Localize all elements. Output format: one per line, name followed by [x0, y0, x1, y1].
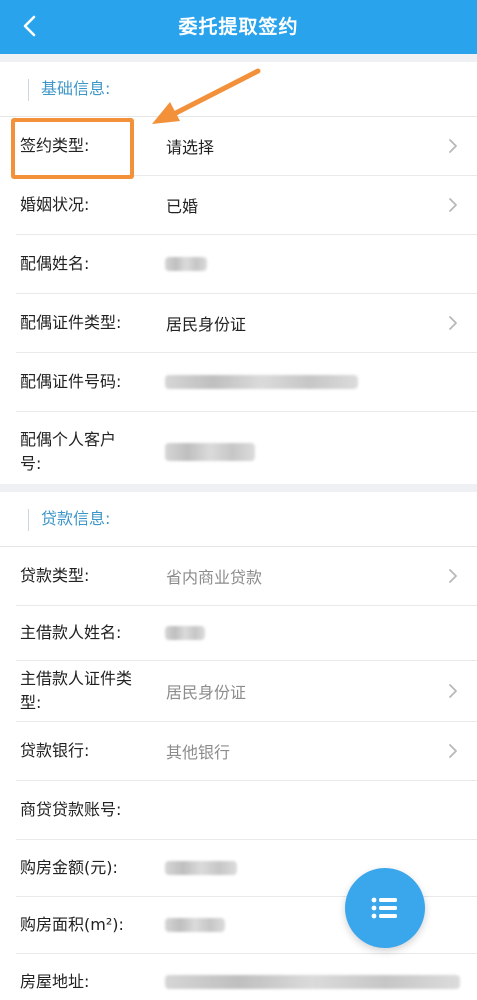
section-marker: [28, 79, 29, 101]
section-marker: [28, 509, 29, 531]
arrow-annotation-icon: [152, 68, 261, 124]
redacted-value: [165, 861, 237, 875]
field-label-line: 号:: [20, 454, 42, 473]
row-house-address: 房屋地址:: [16, 954, 477, 1000]
loan-type-select[interactable]: 省内商业贷款: [166, 547, 262, 605]
chevron-right-icon: [449, 569, 457, 583]
field-label: 贷款银行:: [20, 741, 90, 760]
field-label: 婚姻状况:: [20, 195, 90, 214]
field-label: 配偶证件类型:: [20, 313, 122, 332]
field-label: 商贷贷款账号:: [20, 800, 122, 819]
field-label: 房屋地址:: [20, 972, 90, 991]
field-label: 贷款类型:: [20, 566, 90, 585]
row-spouse-id-type[interactable]: 配偶证件类型: 居民身份证: [16, 294, 477, 353]
page-title: 委托提取签约: [178, 16, 299, 38]
borrower-id-type-select[interactable]: 居民身份证: [166, 661, 246, 721]
row-marital-status[interactable]: 婚姻状况: 已婚: [16, 176, 477, 235]
chevron-right-icon: [449, 684, 457, 698]
chevron-right-icon: [449, 744, 457, 758]
redacted-value: [165, 975, 460, 989]
redacted-value: [165, 918, 225, 932]
section-title-basic: 基础信息:: [41, 79, 111, 98]
row-spouse-name: 配偶姓名:: [16, 235, 477, 294]
row-commercial-loan-account[interactable]: 商贷贷款账号:: [16, 781, 477, 840]
row-borrower-name: 主借款人姓名:: [16, 606, 477, 661]
field-label: 配偶姓名:: [20, 254, 90, 273]
top-bar: 委托提取签约: [0, 0, 477, 54]
field-label-line: 主借款人证件类: [20, 669, 133, 688]
redacted-value: [165, 257, 207, 271]
row-spouse-customer-no: 配偶个人客户 号:: [16, 412, 477, 492]
screen: 委托提取签约 基础信息: 签约类型: 请选择 婚姻状况: 已婚 配偶姓名: 配偶…: [0, 0, 477, 1000]
chevron-right-icon: [449, 139, 457, 153]
field-label: 配偶证件号码:: [20, 372, 122, 391]
field-label: 购房金额(元):: [20, 858, 118, 877]
redacted-value: [165, 375, 358, 389]
field-label: 购房面积(m²):: [20, 915, 124, 934]
list-menu-icon: [371, 897, 397, 919]
field-label: 主借款人姓名:: [20, 623, 122, 642]
menu-fab-button[interactable]: [345, 868, 425, 948]
row-loan-bank[interactable]: 贷款银行: 其他银行: [16, 722, 477, 781]
chevron-right-icon: [449, 316, 457, 330]
spouse-id-type-select[interactable]: 居民身份证: [166, 294, 246, 352]
field-label-line: 型:: [20, 693, 42, 712]
section-title-loan: 贷款信息:: [41, 509, 111, 528]
row-borrower-id-type[interactable]: 主借款人证件类 型: 居民身份证: [16, 661, 477, 722]
highlight-box: [11, 118, 134, 179]
section-header-loan: 贷款信息:: [0, 492, 477, 547]
redacted-value: [165, 443, 255, 461]
field-label-multiline: 主借款人证件类 型:: [20, 661, 160, 721]
redacted-value: [165, 626, 205, 640]
field-label-multiline: 配偶个人客户 号:: [20, 412, 160, 492]
marital-status-select[interactable]: 已婚: [166, 176, 198, 234]
chevron-right-icon: [449, 198, 457, 212]
row-spouse-id-number: 配偶证件号码:: [16, 353, 477, 412]
loan-bank-select[interactable]: 其他银行: [166, 722, 230, 780]
row-loan-type[interactable]: 贷款类型: 省内商业贷款: [16, 547, 477, 606]
field-label-line: 配偶个人客户: [20, 430, 117, 449]
